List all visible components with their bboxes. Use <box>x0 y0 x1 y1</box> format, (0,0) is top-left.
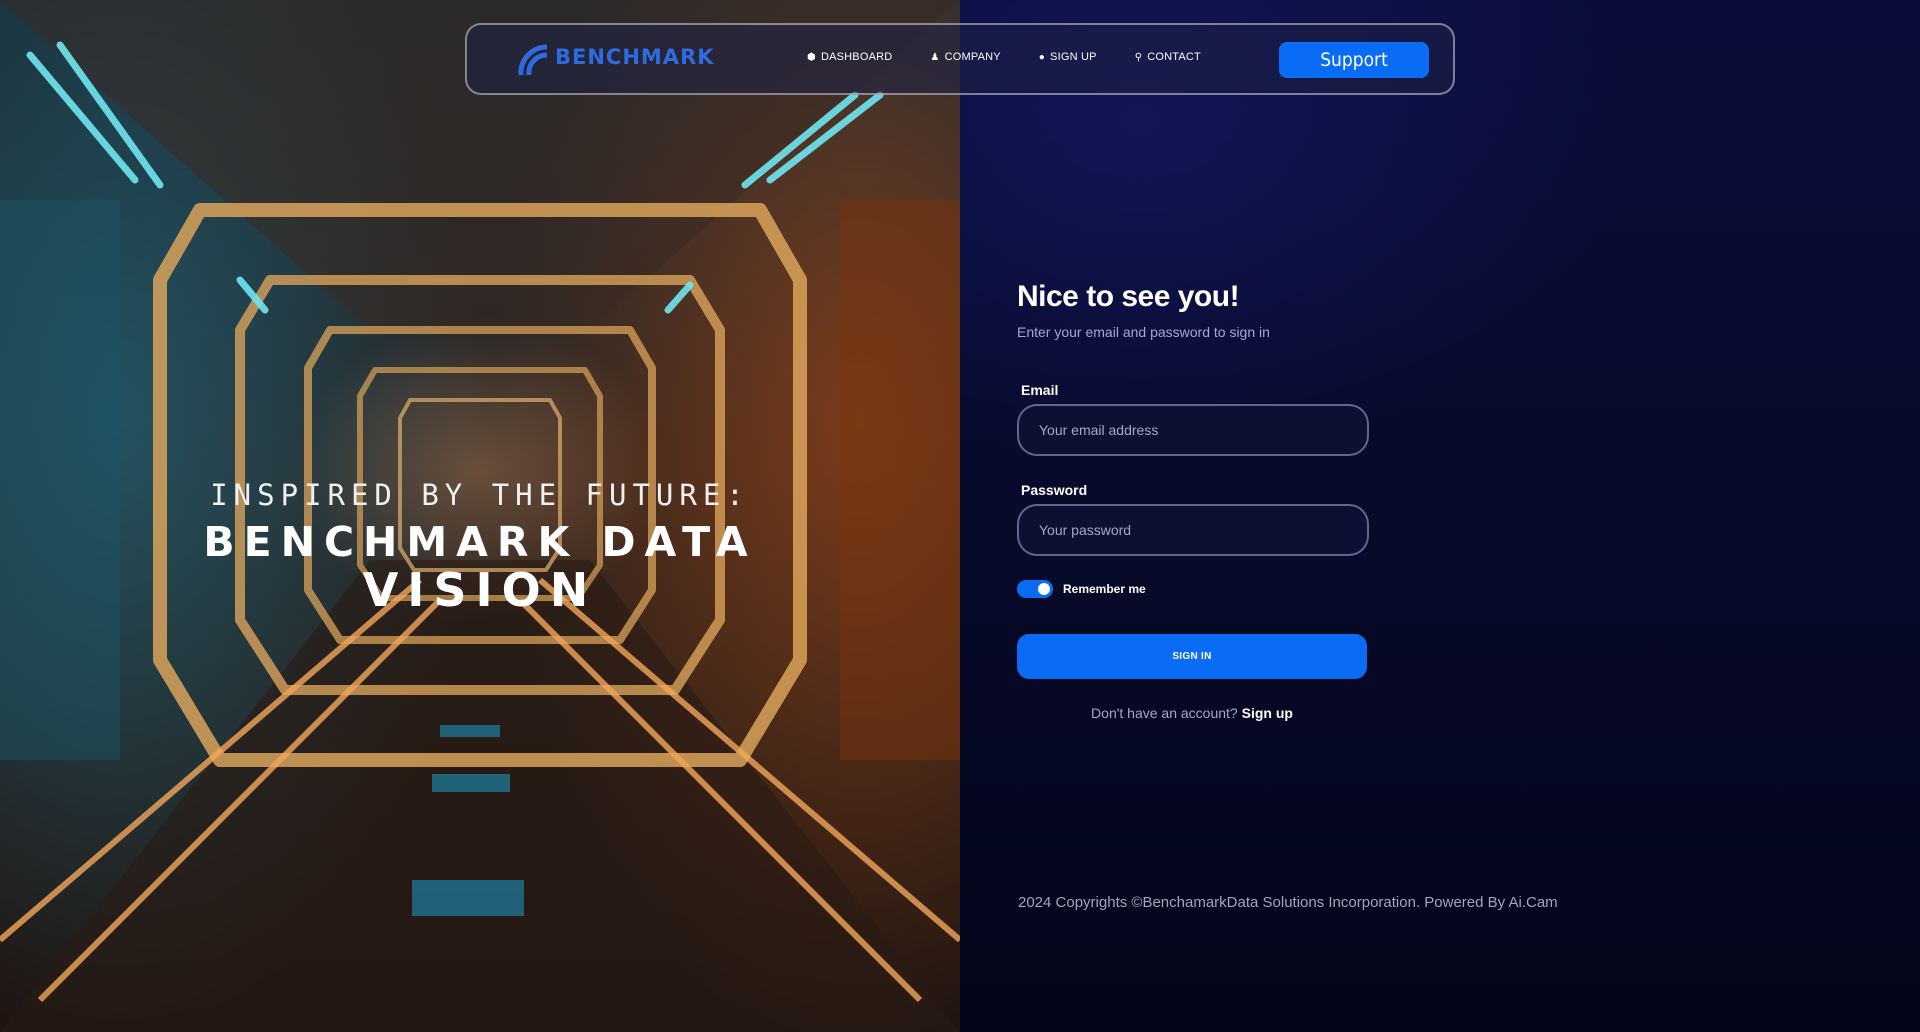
navbar: BENCHMARK ⬢ DASHBOARD ♟ COMPANY ● SIGN U… <box>465 23 1455 95</box>
hero-image: INSPIRED BY THE FUTURE: BENCHMARK DATA V… <box>0 0 960 1032</box>
user-circle-icon: ● <box>1038 51 1046 63</box>
support-button[interactable]: Support <box>1279 42 1429 78</box>
email-input[interactable] <box>1017 404 1369 456</box>
hero-line-2: BENCHMARK DATA <box>203 518 757 566</box>
footer-copyright: 2024 Copyrights ©BenchamarkData Solution… <box>1018 894 1558 911</box>
hero-tagline: INSPIRED BY THE FUTURE: BENCHMARK DATA V… <box>0 478 960 614</box>
person-icon: ♟ <box>930 51 940 63</box>
nav-item-contact[interactable]: ⚲ CONTACT <box>1135 51 1201 63</box>
sign-up-link[interactable]: Sign up <box>1242 705 1293 721</box>
nav-links: ⬢ DASHBOARD ♟ COMPANY ● SIGN UP ⚲ CONTAC… <box>807 51 1239 63</box>
remember-me-label: Remember me <box>1063 582 1146 596</box>
nav-item-label: DASHBOARD <box>820 51 893 63</box>
toggle-knob <box>1038 583 1050 595</box>
form-title: Nice to see you! <box>1017 280 1240 313</box>
logo[interactable]: BENCHMARK <box>517 41 715 77</box>
hero-line-1: INSPIRED BY THE FUTURE: <box>210 478 750 512</box>
remember-me-row: Remember me <box>1017 580 1369 598</box>
remember-me-toggle[interactable] <box>1017 580 1053 598</box>
nav-item-company[interactable]: ♟ COMPANY <box>930 51 1000 63</box>
logo-text: BENCHMARK <box>555 45 715 69</box>
sign-in-form: Nice to see you! Enter your email and pa… <box>1017 280 1369 721</box>
email-label: Email <box>1021 382 1059 398</box>
hero-line-3: VISION <box>362 563 598 617</box>
form-subtitle: Enter your email and password to sign in <box>1017 324 1270 340</box>
key-icon: ⚲ <box>1134 51 1143 63</box>
nav-item-label: CONTACT <box>1147 51 1201 63</box>
no-account-text: Don't have an account? <box>1091 705 1238 721</box>
password-label: Password <box>1021 482 1088 498</box>
sign-in-button[interactable]: SIGN IN <box>1017 634 1367 679</box>
logo-mark-icon <box>518 44 548 76</box>
password-input[interactable] <box>1017 504 1369 556</box>
nav-item-label: SIGN UP <box>1050 51 1097 63</box>
nav-item-sign-up[interactable]: ● SIGN UP <box>1039 51 1097 63</box>
signup-prompt: Don't have an account? Sign up <box>1017 705 1367 721</box>
cube-icon: ⬢ <box>807 51 816 63</box>
nav-item-label: COMPANY <box>944 51 1001 63</box>
nav-item-dashboard[interactable]: ⬢ DASHBOARD <box>807 51 892 63</box>
